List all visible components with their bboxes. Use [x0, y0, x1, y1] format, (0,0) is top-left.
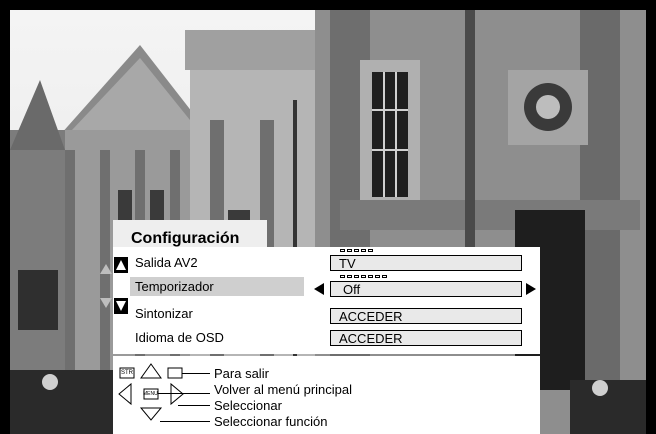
menu-item-sintonizar[interactable]: Sintonizar	[135, 306, 193, 321]
value-indicator-dots	[340, 249, 373, 253]
down-arrow-ghost-icon	[100, 298, 112, 308]
menu-title: Configuración	[131, 230, 240, 247]
menu-item-idioma-osd[interactable]: Idioma de OSD	[135, 330, 224, 345]
right-triangle-icon[interactable]	[526, 283, 536, 295]
salida-av2-value[interactable]: TV	[330, 255, 522, 271]
tv-screen: Configuración Salida AV2 TV Temporizador…	[0, 0, 656, 434]
up-triangle-icon[interactable]	[114, 257, 128, 273]
remote-keys-diagram	[118, 363, 184, 421]
str-key-label: STR	[121, 370, 133, 376]
menu-key-label: MENU	[143, 391, 158, 397]
up-arrow-ghost-icon	[100, 264, 112, 274]
help-exit: Para salir	[214, 366, 269, 381]
temporizador-value[interactable]: Off	[330, 281, 522, 297]
help-select: Seleccionar	[214, 398, 282, 413]
help-select-function: Seleccionar función	[214, 414, 328, 429]
connector-line	[182, 373, 210, 374]
connector-line	[158, 393, 210, 394]
left-triangle-icon[interactable]	[314, 283, 324, 295]
idioma-osd-value[interactable]: ACCEDER	[330, 330, 522, 346]
value-indicator-dots	[340, 275, 387, 279]
down-triangle-icon[interactable]	[114, 298, 128, 314]
help-back: Volver al menú principal	[214, 382, 353, 397]
menu-item-temporizador[interactable]: Temporizador	[135, 279, 214, 294]
connector-line	[160, 421, 210, 422]
menu-item-salida-av2[interactable]: Salida AV2	[135, 255, 198, 270]
connector-line	[178, 405, 210, 406]
sintonizar-value[interactable]: ACCEDER	[330, 308, 522, 324]
